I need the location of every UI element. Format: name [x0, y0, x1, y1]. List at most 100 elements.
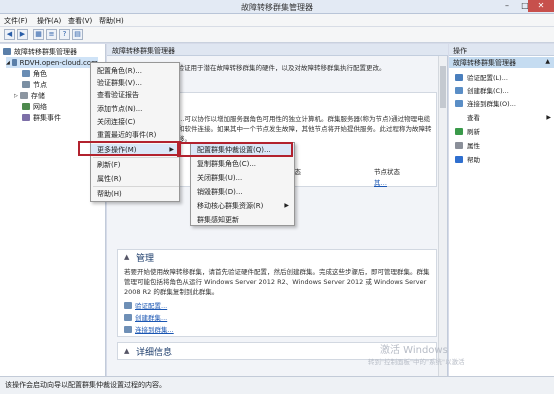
sub-move-core-label: 移动核心群集资源(R) [197, 202, 264, 210]
highlight-frame-quorum [177, 142, 293, 157]
actions-pane: 操作 故障转移群集管理器 ▲ 验证配置(L)... 创建群集(C)... 连接到… [449, 44, 554, 376]
vertical-scrollbar[interactable] [438, 56, 447, 376]
management-text: 若要开始使用故障转移群集，请首先验证硬件配置，然后创建群集。完成这些步骤后，即可… [124, 268, 430, 296]
tree-item-roles[interactable]: 角色 [22, 68, 47, 79]
tree-root[interactable]: 故障转移群集管理器 [3, 46, 77, 57]
tree-item-label: 群集事件 [33, 113, 61, 122]
status-bar: 该操作会启动向导以配置群集仲裁设置过程的内容。 [0, 376, 554, 394]
tree-item-events[interactable]: 群集事件 [22, 112, 61, 123]
menu-bar: 文件(F) 操作(A) 查看(V) 帮助(H) [0, 14, 554, 27]
tree-item-label: 节点 [33, 80, 47, 89]
link-label: 连接到群集... [135, 326, 174, 334]
refresh-icon [455, 127, 463, 135]
sub-move-core-resources[interactable]: 移动核心群集资源(R) ▶ [191, 200, 294, 212]
blank-icon [455, 114, 463, 121]
menu-help[interactable]: 帮助(H) [99, 16, 124, 26]
ctx-reset-events[interactable]: 重置最近的事件(R) [91, 129, 179, 141]
tree-cluster[interactable]: ◢ RDVH.open-cloud.com [6, 57, 98, 68]
tree-item-nodes[interactable]: 节点 [22, 79, 47, 90]
connect-icon [124, 325, 132, 333]
collapse-icon[interactable]: ▲ [545, 58, 550, 67]
networks-icon [22, 103, 30, 110]
validate-icon [455, 73, 463, 81]
panel-icon[interactable]: ▤ [72, 29, 83, 40]
list-icon[interactable]: ≡ [46, 29, 57, 40]
menu-action[interactable]: 操作(A) [37, 16, 61, 26]
ctx-add-node[interactable]: 添加节点(N)... [91, 103, 179, 115]
cluster-icon [11, 59, 17, 66]
activation-watermark-hint: 转到"控制面板"中的"系统"以激活 [368, 358, 465, 366]
sub-cluster-aware-updating[interactable]: 群集感知更新 [191, 214, 294, 226]
tree-item-label: 角色 [33, 69, 47, 78]
ctx-view-report[interactable]: 查看验证报告 [91, 89, 179, 101]
connect-icon [455, 99, 463, 107]
validate-link[interactable]: 验证配置... [124, 300, 167, 310]
actions-header: 操作 [449, 44, 554, 56]
collapse-arrow-icon[interactable]: ▲ [124, 253, 129, 261]
ctx-separator [93, 157, 179, 158]
back-icon[interactable]: ◀ [4, 29, 15, 40]
expand-icon[interactable]: ▷ [14, 93, 18, 99]
help-icon [455, 155, 463, 163]
collapse-arrow-icon[interactable]: ▲ [124, 347, 129, 355]
events-icon [22, 114, 30, 121]
tree-item-label: 存储 [30, 91, 45, 100]
title-bar: 故障转移群集管理器 – □ ✕ [0, 0, 554, 14]
action-refresh[interactable]: 刷新 [455, 126, 551, 136]
management-title: 管理 [136, 254, 155, 264]
action-label: 属性 [467, 142, 480, 150]
ctx-validate-cluster[interactable]: 验证群集(V)... [91, 77, 179, 89]
content-header: 故障转移群集管理器 [107, 44, 448, 56]
context-menu: 配置角色(R)... 验证群集(V)... 查看验证报告 添加节点(N)... … [90, 62, 180, 202]
sub-shutdown-cluster[interactable]: 关闭群集(U)... [191, 172, 294, 184]
minimize-button[interactable]: – [498, 0, 516, 12]
help-icon[interactable]: ? [59, 29, 70, 40]
create-icon [455, 86, 463, 94]
action-connect[interactable]: 连接到群集(O)... [455, 98, 551, 108]
properties-icon [455, 141, 463, 149]
action-properties[interactable]: 属性 [455, 140, 551, 150]
menu-file[interactable]: 文件(F) [4, 16, 28, 26]
tree-item-networks[interactable]: 网络 [22, 101, 47, 112]
close-button[interactable]: ✕ [528, 0, 554, 12]
ctx-close-connection[interactable]: 关闭连接(C) [91, 116, 179, 128]
ctx-refresh[interactable]: 刷新(F) [91, 159, 179, 171]
activation-watermark: 激活 Windows [380, 345, 448, 356]
link-label: 创建群集... [135, 314, 168, 322]
action-create-cluster[interactable]: 创建群集(C)... [455, 85, 551, 95]
toolbar: ◀ ▶ ▦ ≡ ? ▤ [0, 27, 554, 43]
action-help[interactable]: 帮助 [455, 154, 551, 164]
nodes-icon [22, 81, 30, 88]
sub-destroy-cluster[interactable]: 销毁群集(D)... [191, 186, 294, 198]
action-validate[interactable]: 验证配置(L)... [455, 72, 551, 82]
action-label: 帮助 [467, 156, 480, 164]
ctx-properties[interactable]: 属性(R) [91, 173, 179, 185]
management-section: ▲ 管理 若要开始使用故障转移群集，请首先验证硬件配置，然后创建群集。完成这些步… [117, 249, 437, 337]
action-view[interactable]: 查看 ▶ [455, 112, 551, 123]
details-title: 详细信息 [136, 348, 173, 358]
ctx-help[interactable]: 帮助(H) [91, 188, 179, 200]
window-title: 故障转移群集管理器 [241, 3, 313, 12]
create-cluster-link[interactable]: 创建群集... [124, 312, 167, 322]
ctx-configure-role[interactable]: 配置角色(R)... [91, 65, 179, 77]
scrollbar-thumb[interactable] [440, 66, 446, 108]
action-label: 验证配置(L)... [467, 74, 508, 82]
tree-cluster-label: RDVH.open-cloud.com [19, 58, 98, 67]
submenu-arrow-icon: ▶ [284, 202, 289, 209]
actions-group[interactable]: 故障转移群集管理器 ▲ [449, 57, 554, 68]
menu-view[interactable]: 查看(V) [68, 16, 92, 26]
sub-copy-roles[interactable]: 复制群集角色(C)... [191, 158, 294, 170]
link-label: 验证配置... [135, 302, 168, 310]
tree-item-storage[interactable]: ▷ 存储 [14, 90, 45, 101]
forward-icon[interactable]: ▶ [17, 29, 28, 40]
tree-root-label: 故障转移群集管理器 [14, 47, 77, 56]
action-label: 连接到群集(O)... [467, 100, 516, 108]
node-status-link[interactable]: 其… [374, 177, 387, 187]
show-tree-icon[interactable]: ▦ [33, 29, 44, 40]
connect-cluster-link[interactable]: 连接到群集... [124, 324, 174, 334]
collapse-icon[interactable]: ◢ [6, 60, 10, 66]
overview-text: …可以协作以增加服务器角色可用性的独立计算机。群集服务器(称为节点)通过物理电缆… [178, 115, 432, 143]
validate-icon [124, 301, 132, 309]
storage-icon [19, 92, 28, 99]
ctx-separator [93, 186, 179, 187]
